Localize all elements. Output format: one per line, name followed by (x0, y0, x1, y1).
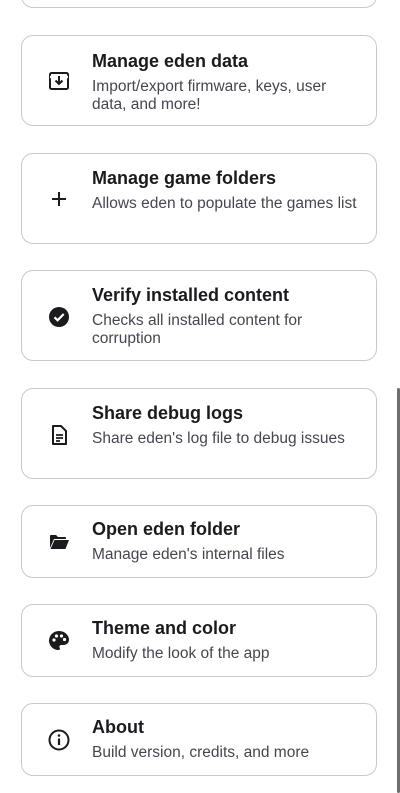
manage-game-folders-card[interactable]: Manage game folders Allows eden to popul… (21, 153, 377, 244)
palette-icon (44, 626, 74, 656)
settings-card-partial[interactable] (21, 0, 377, 8)
check-circle-icon (44, 302, 74, 332)
open-folder-card[interactable]: Open eden folder Manage eden's internal … (21, 505, 377, 578)
theme-color-description: Modify the look of the app (92, 645, 270, 662)
plus-icon (44, 184, 74, 214)
verify-content-title: Verify installed content (92, 285, 290, 305)
folder-open-icon (44, 527, 74, 557)
download-box-icon (44, 67, 74, 97)
manage-game-folders-description: Allows eden to populate the games list (92, 195, 357, 212)
share-debug-logs-card[interactable]: Share debug logs Share eden's log file t… (21, 388, 377, 479)
manage-data-title: Manage eden data (92, 51, 249, 71)
open-folder-title: Open eden folder (92, 519, 241, 539)
manage-data-card[interactable]: Manage eden data Import/export firmware,… (21, 35, 377, 126)
document-icon (44, 420, 74, 450)
verify-content-card[interactable]: Verify installed content Checks all inst… (21, 270, 377, 361)
theme-color-title: Theme and color (92, 618, 237, 638)
about-description: Build version, credits, and more (92, 744, 310, 761)
share-debug-logs-description: Share eden's log file to debug issues (92, 430, 345, 447)
open-folder-description: Manage eden's internal files (92, 546, 285, 563)
info-icon (44, 725, 74, 755)
about-title: About (92, 717, 144, 737)
verify-content-description: Checks all installed content for corrupt… (92, 312, 303, 347)
about-card[interactable]: About Build version, credits, and more (21, 703, 377, 776)
settings-screen: Manage eden data Import/export firmware,… (0, 0, 400, 793)
theme-color-card[interactable]: Theme and color Modify the look of the a… (21, 604, 377, 677)
share-debug-logs-title: Share debug logs (92, 403, 244, 423)
manage-data-description: Import/export firmware, keys, user data,… (92, 78, 327, 113)
manage-game-folders-title: Manage game folders (92, 168, 277, 188)
